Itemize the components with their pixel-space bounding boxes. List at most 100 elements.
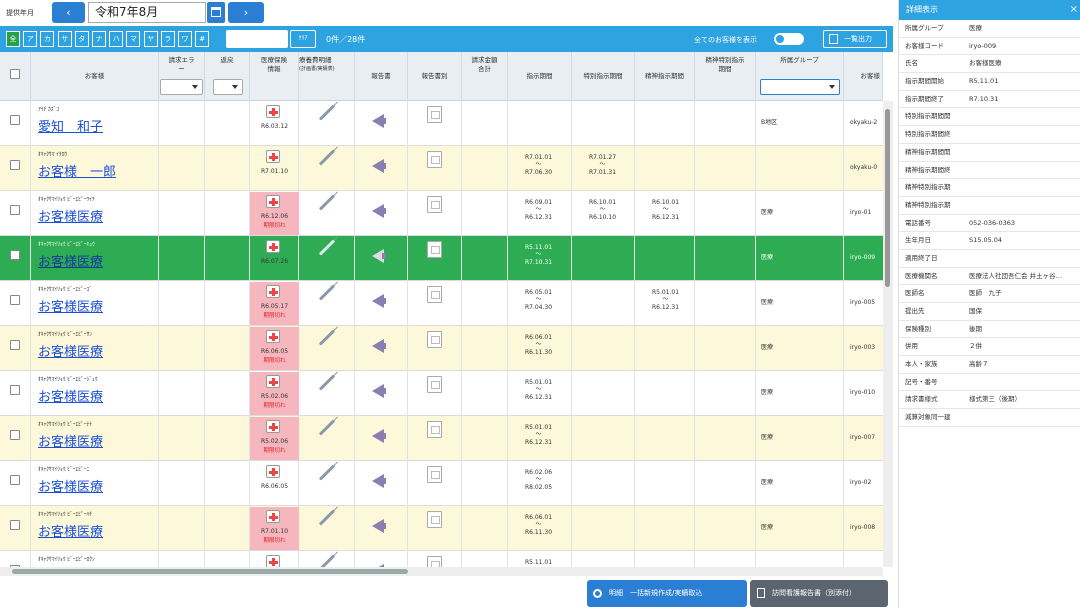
syringe-icon[interactable] xyxy=(318,194,336,211)
kana-filter-button[interactable]: ラ xyxy=(160,31,175,47)
syringe-icon[interactable] xyxy=(318,419,336,436)
syringe-icon[interactable] xyxy=(318,284,336,301)
megaphone-icon[interactable] xyxy=(372,384,386,398)
row-checkbox[interactable] xyxy=(10,520,20,530)
medical-info-cell[interactable]: R6.05.17 期限切れ xyxy=(250,282,299,325)
visit-report-button[interactable]: 訪問看護報告書（別添付） xyxy=(750,580,888,607)
row-checkbox[interactable] xyxy=(10,115,20,125)
row-checkbox[interactable] xyxy=(10,340,20,350)
group-select[interactable] xyxy=(760,79,840,95)
row-checkbox[interactable] xyxy=(10,475,20,485)
table-row[interactable]: ｵｷｬｸｻﾏｲﾘｮｳ ﾋﾞｰｴﾋﾟｰｼﾞｭｳ お客様医療 R5.02.06 期限切れ R… xyxy=(0,371,883,416)
row-checkbox[interactable] xyxy=(10,250,20,260)
table-row[interactable]: ｵｷｬｸｻﾏｲﾘｮｳ ﾋﾞｰｴﾋﾟｰﾆ お客様医療 R6.06.05 R6.02.06… xyxy=(0,461,883,506)
kana-filter-button[interactable]: ヤ xyxy=(143,31,158,47)
customer-name-link[interactable]: お客様医療 xyxy=(38,296,103,315)
megaphone-icon[interactable] xyxy=(372,114,386,128)
kana-filter-button[interactable]: ハ xyxy=(109,31,124,47)
customer-name-link[interactable]: お客様医療 xyxy=(38,476,103,495)
horizontal-scrollbar[interactable] xyxy=(0,567,883,576)
report-doc-icon[interactable] xyxy=(427,466,442,483)
table-row[interactable]: ｵｷｬｸｻﾏｲﾘｮｳ ﾋﾞｰｴﾋﾟｰﾊﾁ お客様医療 R7.01.10 期限切れ R6.… xyxy=(0,506,883,551)
vertical-scrollbar[interactable] xyxy=(883,101,893,567)
table-row[interactable]: ｵｷｬｸｻﾏｲﾘｮｳ ﾋﾞｰｴﾋﾟｰﾜｲﾁ お客様医療 R6.12.06 期限切れ R6… xyxy=(0,191,883,236)
syringe-icon[interactable] xyxy=(318,464,336,481)
customer-name-link[interactable]: お客様医療 xyxy=(38,341,103,360)
table-row[interactable]: ｵｷｬｸｻﾏｲﾘｮｳ ﾋﾞｰｴﾋﾟｰﾛｸﾝお客様医療R5.11.01 xyxy=(0,551,883,567)
kana-filter-button[interactable]: マ xyxy=(126,31,141,47)
row-checkbox[interactable] xyxy=(10,205,20,215)
close-icon[interactable]: × xyxy=(1070,0,1078,20)
customer-name-link[interactable]: お客様医療 xyxy=(38,431,103,450)
megaphone-icon[interactable] xyxy=(372,429,386,443)
clear-button[interactable]: ｸﾘｱ xyxy=(290,30,316,48)
medical-info-cell[interactable]: R6.12.06 期限切れ xyxy=(250,192,299,235)
row-checkbox[interactable] xyxy=(10,430,20,440)
table-row[interactable]: ｱｲﾁ ｶｽﾞｺ 愛知 和子 R6.03.12 B地区 okyaku-2 xyxy=(0,101,883,146)
report-doc-icon[interactable] xyxy=(427,241,442,258)
show-all-toggle[interactable] xyxy=(774,33,804,45)
megaphone-icon[interactable] xyxy=(372,339,386,353)
medical-info-cell[interactable]: R7.01.10 xyxy=(250,147,299,190)
kana-filter-button[interactable]: ナ xyxy=(92,31,106,47)
vertical-scroll-thumb[interactable] xyxy=(885,109,890,287)
report-doc-icon[interactable] xyxy=(427,511,442,528)
report-doc-icon[interactable] xyxy=(427,106,442,123)
export-button[interactable]: 一覧出力 xyxy=(823,30,887,48)
syringe-icon[interactable] xyxy=(318,149,336,166)
table-row[interactable]: ｵｷｬｸｻﾏ ｲﾁﾛｳ お客様 一郎 R7.01.10 R7.01.01 〜 R7.06.… xyxy=(0,146,883,191)
row-checkbox[interactable] xyxy=(10,385,20,395)
calendar-icon[interactable] xyxy=(207,2,225,23)
report-doc-icon[interactable] xyxy=(427,196,442,213)
table-row[interactable]: ｵｷｬｸｻﾏｲﾘｮｳ ﾋﾞｰｴﾋﾟｰｺﾞ お客様医療 R6.05.17 期限切れ R6.… xyxy=(0,281,883,326)
megaphone-icon[interactable] xyxy=(372,294,386,308)
syringe-icon[interactable] xyxy=(318,104,336,121)
customer-name-link[interactable]: お客様医療 xyxy=(38,386,103,405)
medical-info-cell[interactable]: R6.06.05 xyxy=(250,462,299,505)
syringe-icon[interactable] xyxy=(318,374,336,391)
prev-month-button[interactable]: ‹ xyxy=(52,2,85,23)
syringe-icon[interactable] xyxy=(318,239,336,256)
medical-info-cell[interactable]: R6.03.12 xyxy=(250,102,299,145)
select-all-checkbox[interactable] xyxy=(10,69,20,79)
report-doc-icon[interactable] xyxy=(427,286,442,303)
customer-name-link[interactable]: 愛知 和子 xyxy=(38,116,103,135)
table-row[interactable]: ｵｷｬｸｻﾏｲﾘｮｳ ﾋﾞｰｴﾋﾟｰｷｭｳ お客様医療 R6.07.26 R5.11.… xyxy=(0,236,883,281)
customer-name-link[interactable]: お客様医療 xyxy=(38,251,103,270)
table-row[interactable]: ｵｷｬｸｻﾏｲﾘｮｳ ﾋﾞｰｴﾋﾟｰﾅﾅ お客様医療 R5.02.06 期限切れ R5.… xyxy=(0,416,883,461)
medical-info-cell[interactable]: R5.02.06 期限切れ xyxy=(250,372,299,415)
month-field[interactable]: 令和7年8月 xyxy=(88,2,206,23)
customer-name-link[interactable]: お客様医療 xyxy=(38,206,103,225)
syringe-icon[interactable] xyxy=(318,554,336,567)
report-doc-icon[interactable] xyxy=(427,556,442,567)
syringe-icon[interactable] xyxy=(318,509,336,526)
kana-filter-button[interactable]: ア xyxy=(23,31,38,47)
report-doc-icon[interactable] xyxy=(427,331,442,348)
bulk-create-button[interactable]: 明細 一括新規作成/実績取込 xyxy=(587,580,747,607)
report-doc-icon[interactable] xyxy=(427,151,442,168)
syringe-icon[interactable] xyxy=(318,329,336,346)
row-checkbox[interactable] xyxy=(10,295,20,305)
report-doc-icon[interactable] xyxy=(427,421,442,438)
medical-info-cell[interactable]: R7.01.10 期限切れ xyxy=(250,507,299,550)
medical-info-cell[interactable]: R6.07.26 xyxy=(250,237,299,280)
kana-filter-button[interactable]: サ xyxy=(57,31,72,47)
horizontal-scroll-thumb[interactable] xyxy=(12,569,408,574)
kana-filter-button[interactable]: 全 xyxy=(6,31,20,47)
billing-error-select[interactable] xyxy=(160,79,203,95)
kana-filter-button[interactable]: # xyxy=(195,31,210,47)
kana-filter-button[interactable]: カ xyxy=(40,31,55,47)
return-select[interactable] xyxy=(213,79,243,95)
megaphone-icon[interactable] xyxy=(372,249,386,263)
medical-info-cell[interactable] xyxy=(250,552,299,567)
kana-filter-button[interactable]: タ xyxy=(74,31,89,47)
megaphone-icon[interactable] xyxy=(372,474,386,488)
kana-filter-button[interactable]: ワ xyxy=(178,31,192,47)
search-input[interactable] xyxy=(226,30,288,48)
megaphone-icon[interactable] xyxy=(372,519,386,533)
megaphone-icon[interactable] xyxy=(372,204,386,218)
medical-info-cell[interactable]: R6.06.05 期限切れ xyxy=(250,327,299,370)
report-doc-icon[interactable] xyxy=(427,376,442,393)
next-month-button[interactable]: › xyxy=(228,2,264,23)
row-checkbox[interactable] xyxy=(10,160,20,170)
